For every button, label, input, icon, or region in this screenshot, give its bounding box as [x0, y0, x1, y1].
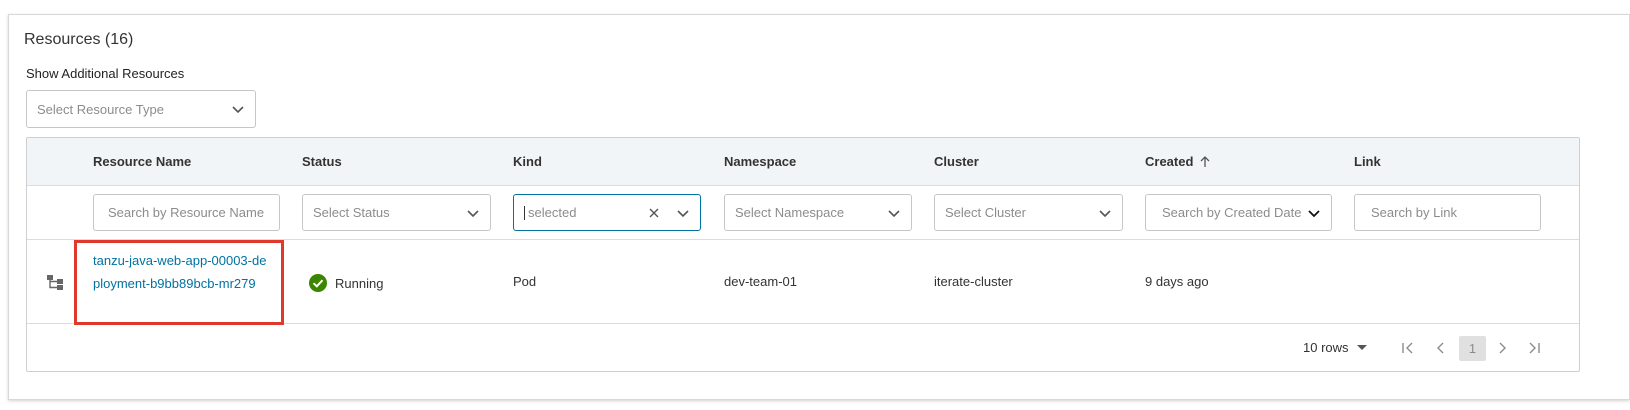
kind-cell: Pod	[513, 274, 537, 289]
last-page-button[interactable]	[1523, 336, 1545, 360]
namespace-cell: dev-team-01	[724, 274, 797, 289]
resources-card: Resources (16) Show Additional Resources…	[8, 14, 1630, 400]
status-cell: Running	[309, 274, 383, 292]
chevron-down-icon	[677, 209, 689, 217]
chevron-down-icon	[1099, 209, 1111, 217]
last-page-icon	[1529, 342, 1540, 354]
resource-name-filter-input[interactable]: Search by Resource Name	[93, 194, 280, 231]
kind-filter-select[interactable]: selected	[513, 194, 701, 231]
chevron-down-icon	[232, 106, 244, 114]
caret-down-icon	[1356, 345, 1367, 350]
link-filter-input[interactable]: Search by Link	[1354, 194, 1541, 231]
card-title: Resources (16)	[24, 31, 134, 48]
namespace-filter-select[interactable]: Select Namespace	[724, 194, 912, 231]
kind-filter-value: selected	[528, 204, 577, 220]
resource-type-placeholder: Select Resource Type	[37, 101, 164, 117]
column-header-status[interactable]: Status	[302, 154, 342, 169]
chevron-left-icon	[1437, 342, 1444, 354]
chevron-down-icon	[888, 209, 900, 217]
column-header-kind[interactable]: Kind	[513, 154, 542, 169]
grid-header: Resource Name Status Kind Namespace Clus…	[27, 138, 1579, 186]
check-circle-icon	[309, 274, 327, 292]
pagination-footer: 10 rows 1	[27, 324, 1579, 372]
close-icon[interactable]	[648, 207, 660, 219]
column-header-namespace[interactable]: Namespace	[724, 154, 796, 169]
column-header-resource-name[interactable]: Resource Name	[93, 154, 191, 169]
table-row: tanzu-java-web-app-00003-deployment-b9bb…	[27, 240, 1579, 325]
created-date-filter-input[interactable]: Search by Created Date	[1145, 194, 1332, 231]
tree-structure-icon[interactable]	[46, 273, 64, 291]
cluster-filter-select[interactable]: Select Cluster	[934, 194, 1123, 231]
rows-per-page-select[interactable]: 10 rows	[1303, 340, 1367, 355]
chevron-down-icon	[467, 209, 479, 217]
additional-resources-label: Show Additional Resources	[26, 66, 185, 81]
column-header-link[interactable]: Link	[1354, 154, 1381, 169]
cluster-cell: iterate-cluster	[934, 274, 1013, 289]
column-header-created[interactable]: Created	[1145, 154, 1211, 169]
resources-grid: Resource Name Status Kind Namespace Clus…	[26, 137, 1580, 372]
arrow-up-icon	[1200, 156, 1210, 167]
rows-per-page-value: 10 rows	[1303, 340, 1349, 355]
resource-type-select[interactable]: Select Resource Type	[26, 90, 256, 128]
column-header-cluster[interactable]: Cluster	[934, 154, 979, 169]
previous-page-button[interactable]	[1430, 336, 1452, 360]
chevron-right-icon	[1499, 342, 1506, 354]
next-page-button[interactable]	[1491, 336, 1513, 360]
resource-name-link[interactable]: tanzu-java-web-app-00003-deployment-b9bb…	[93, 249, 273, 295]
chevron-down-icon	[1308, 209, 1320, 217]
filter-row: Search by Resource Name Select Status se…	[27, 186, 1579, 240]
current-page[interactable]: 1	[1459, 336, 1486, 361]
created-cell: 9 days ago	[1145, 274, 1209, 289]
status-text: Running	[335, 275, 384, 291]
first-page-button[interactable]	[1397, 336, 1419, 360]
status-filter-select[interactable]: Select Status	[302, 194, 491, 231]
first-page-icon	[1402, 342, 1413, 354]
